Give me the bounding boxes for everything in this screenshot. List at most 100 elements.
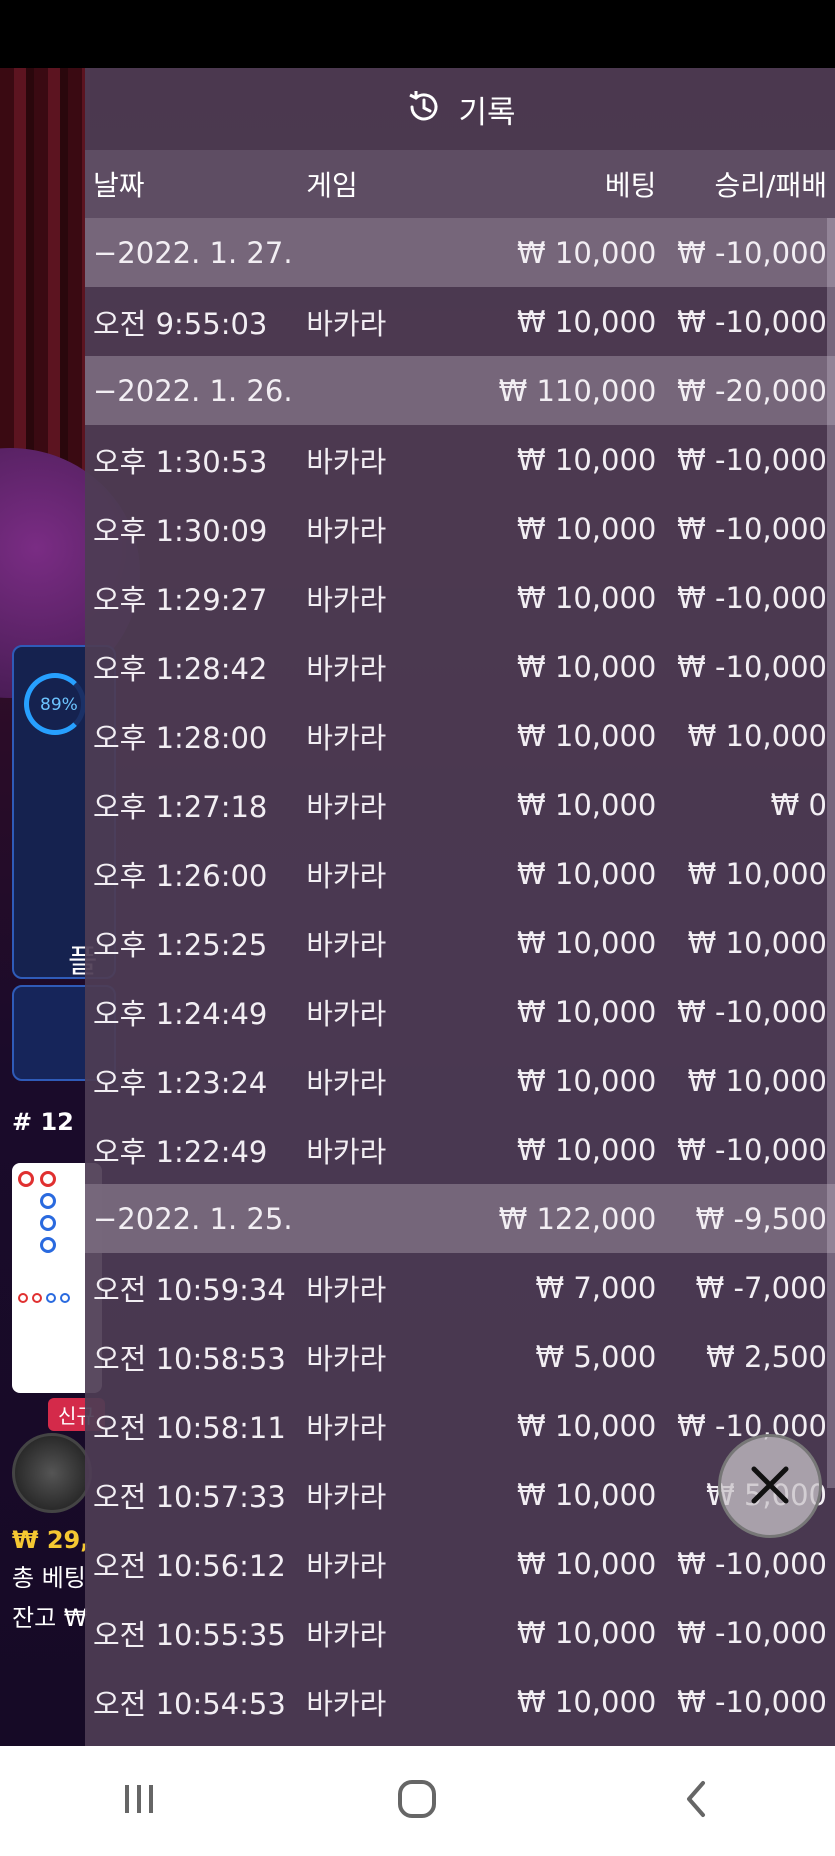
road-dot-banker (40, 1171, 56, 1187)
entry-game: 바카라 (306, 1341, 387, 1376)
entry-time: 오전 10:59:34 (93, 1272, 286, 1307)
entry-game: 바카라 (306, 1134, 387, 1169)
road-dot-player (40, 1215, 56, 1231)
entry-time: −2022. 1. 25. (93, 1201, 293, 1236)
entry-time: 오후 1:26:00 (93, 858, 268, 893)
history-entry[interactable]: 오전 10:58:11 바카라 ₩ 10,000 ₩ -10,000 (85, 1391, 835, 1460)
history-entry[interactable]: 오후 1:25:25 바카라 ₩ 10,000 ₩ 10,000 (85, 908, 835, 977)
entry-bet: ₩ 10,000 (517, 1477, 657, 1512)
entry-bet: ₩ 10,000 (517, 994, 657, 1029)
history-entry[interactable]: 오후 1:28:42 바카라 ₩ 10,000 ₩ -10,000 (85, 632, 835, 701)
history-date-group[interactable]: −2022. 1. 25. ₩ 122,000 ₩ -9,500 (85, 1184, 835, 1253)
entry-bet: ₩ 10,000 (517, 1684, 657, 1719)
col-date: 날짜 (93, 169, 145, 202)
entry-bet: ₩ 10,000 (517, 1408, 657, 1443)
back-button[interactable] (656, 1771, 736, 1831)
balance-label: 잔고 ₩ (12, 1604, 88, 1632)
road-dot-small (32, 1293, 42, 1303)
entry-game: 바카라 (306, 927, 387, 962)
entry-game: 바카라 (306, 1065, 387, 1100)
history-entry[interactable]: 오후 1:26:00 바카라 ₩ 10,000 ₩ 10,000 (85, 839, 835, 908)
history-entry[interactable]: 오후 1:27:18 바카라 ₩ 10,000 ₩ 0 (85, 770, 835, 839)
entry-result: ₩ -10,000 (677, 580, 827, 615)
history-column-headers: 날짜 게임 베팅 승리/패배 (85, 150, 835, 218)
history-entry[interactable]: 오후 1:24:49 바카라 ₩ 10,000 ₩ -10,000 (85, 977, 835, 1046)
entry-result: ₩ -20,000 (677, 373, 827, 408)
history-scrollbar[interactable] (827, 218, 835, 1488)
history-entry[interactable]: 오전 9:55:03 바카라 ₩ 10,000 ₩ -10,000 (85, 287, 835, 356)
entry-bet: ₩ 10,000 (517, 304, 657, 339)
entry-time: 오후 1:25:25 (93, 927, 268, 962)
history-entry[interactable]: 오전 10:54:53 바카라 ₩ 10,000 ₩ -10,000 (85, 1667, 835, 1736)
system-nav-bar (0, 1746, 835, 1856)
road-dot-small (18, 1293, 28, 1303)
history-entry[interactable]: 오후 1:30:53 바카라 ₩ 10,000 ₩ -10,000 (85, 425, 835, 494)
col-winloss: 승리/패배 (714, 169, 827, 202)
history-entry[interactable]: 오후 1:28:00 바카라 ₩ 10,000 ₩ 10,000 (85, 701, 835, 770)
entry-game: 바카라 (306, 1617, 387, 1652)
entry-game: 바카라 (306, 1548, 387, 1583)
entry-result: ₩ -10,000 (677, 235, 827, 270)
road-dot-player (40, 1193, 56, 1209)
entry-bet: ₩ 10,000 (517, 1063, 657, 1098)
entry-time: 오전 10:54:53 (93, 1686, 286, 1721)
history-entry[interactable]: 오후 1:29:27 바카라 ₩ 10,000 ₩ -10,000 (85, 563, 835, 632)
history-entry[interactable]: 오후 1:30:09 바카라 ₩ 10,000 ₩ -10,000 (85, 494, 835, 563)
entry-result: ₩ -10,000 (677, 1132, 827, 1167)
home-button[interactable] (377, 1771, 457, 1831)
entry-time: 오후 1:22:49 (93, 1134, 268, 1169)
entry-result: ₩ -9,500 (695, 1201, 827, 1236)
entry-bet: ₩ 10,000 (517, 925, 657, 960)
entry-result: ₩ -10,000 (677, 649, 827, 684)
history-title: 기록 (458, 94, 516, 131)
entry-time: 오후 1:30:09 (93, 513, 268, 548)
close-button[interactable] (718, 1434, 822, 1538)
curtain-decoration (0, 68, 90, 488)
entry-time: 오전 10:58:11 (93, 1410, 286, 1445)
entry-bet: ₩ 10,000 (517, 235, 657, 270)
entry-bet: ₩ 122,000 (498, 1201, 657, 1236)
history-entry[interactable]: 오전 10:59:34 바카라 ₩ 7,000 ₩ -7,000 (85, 1253, 835, 1322)
entry-bet: ₩ 10,000 (517, 442, 657, 477)
road-dot-banker (18, 1171, 34, 1187)
entry-time: 오후 1:28:42 (93, 651, 268, 686)
history-date-group[interactable]: −2022. 1. 27. ₩ 10,000 ₩ -10,000 (85, 218, 835, 287)
history-entry[interactable]: 오전 10:55:35 바카라 ₩ 10,000 ₩ -10,000 (85, 1598, 835, 1667)
history-entry[interactable]: 오후 1:22:49 바카라 ₩ 10,000 ₩ -10,000 (85, 1115, 835, 1184)
entry-time: 오후 1:30:53 (93, 444, 268, 479)
history-entry[interactable]: 오전 10:58:53 바카라 ₩ 5,000 ₩ 2,500 (85, 1322, 835, 1391)
entry-bet: ₩ 10,000 (517, 856, 657, 891)
entry-time: 오전 9:55:03 (93, 306, 268, 341)
entry-result: ₩ 10,000 (687, 718, 827, 753)
recents-button[interactable] (99, 1771, 179, 1831)
chip-selector[interactable] (12, 1433, 92, 1513)
entry-result: ₩ -10,000 (677, 1615, 827, 1650)
entry-bet: ₩ 5,000 (535, 1339, 657, 1374)
entry-game: 바카라 (306, 789, 387, 824)
entry-game: 바카라 (306, 720, 387, 755)
entry-result: ₩ -10,000 (677, 304, 827, 339)
entry-result: ₩ -10,000 (677, 1684, 827, 1719)
entry-time: 오후 1:24:49 (93, 996, 268, 1031)
entry-result: ₩ 2,500 (706, 1339, 827, 1374)
history-date-group[interactable]: −2022. 1. 26. ₩ 110,000 ₩ -20,000 (85, 356, 835, 425)
entry-time: 오후 1:23:24 (93, 1065, 268, 1100)
entry-time: 오전 10:58:53 (93, 1341, 286, 1376)
entry-game: 바카라 (306, 996, 387, 1031)
entry-result: ₩ -7,000 (695, 1270, 827, 1305)
history-entry[interactable]: 오후 1:23:24 바카라 ₩ 10,000 ₩ 10,000 (85, 1046, 835, 1115)
entry-bet: ₩ 10,000 (517, 1615, 657, 1650)
home-icon (395, 1777, 439, 1825)
entry-game: 바카라 (306, 1410, 387, 1445)
entry-bet: ₩ 10,000 (517, 649, 657, 684)
total-bet-label: 총 베팅 (12, 1564, 86, 1592)
road-dot-small (46, 1293, 56, 1303)
history-entry[interactable]: 오전 10:56:12 바카라 ₩ 10,000 ₩ -10,000 (85, 1529, 835, 1598)
entry-game: 바카라 (306, 1479, 387, 1514)
entry-time: −2022. 1. 27. (93, 235, 293, 270)
entry-bet: ₩ 10,000 (517, 1132, 657, 1167)
col-bet: 베팅 (604, 169, 657, 202)
entry-game: 바카라 (306, 582, 387, 617)
entry-time: 오후 1:29:27 (93, 582, 268, 617)
entry-bet: ₩ 10,000 (517, 580, 657, 615)
